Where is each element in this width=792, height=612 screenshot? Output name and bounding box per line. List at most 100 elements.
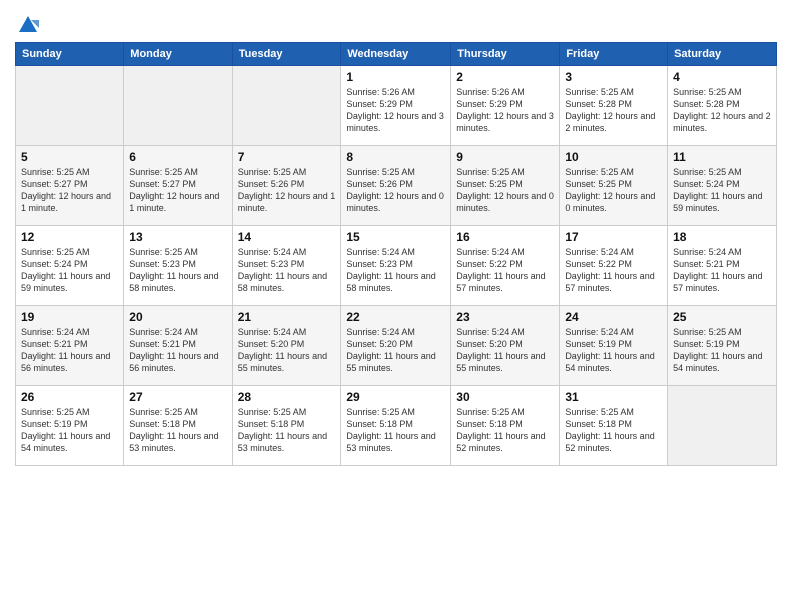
weekday-header-wednesday: Wednesday <box>341 43 451 66</box>
calendar-cell: 14 Sunrise: 5:24 AM Sunset: 5:23 PM Dayli… <box>232 226 341 306</box>
day-info: Sunrise: 5:25 AM Sunset: 5:26 PM Dayligh… <box>346 166 445 215</box>
day-info: Sunrise: 5:24 AM Sunset: 5:22 PM Dayligh… <box>565 246 662 295</box>
day-info: Sunrise: 5:24 AM Sunset: 5:19 PM Dayligh… <box>565 326 662 375</box>
day-number: 4 <box>673 70 771 84</box>
week-row-2: 5 Sunrise: 5:25 AM Sunset: 5:27 PM Daylig… <box>16 146 777 226</box>
day-number: 7 <box>238 150 336 164</box>
day-info: Sunrise: 5:25 AM Sunset: 5:24 PM Dayligh… <box>673 166 771 215</box>
weekday-header-row: SundayMondayTuesdayWednesdayThursdayFrid… <box>16 43 777 66</box>
weekday-header-monday: Monday <box>124 43 232 66</box>
day-info: Sunrise: 5:24 AM Sunset: 5:23 PM Dayligh… <box>238 246 336 295</box>
day-number: 15 <box>346 230 445 244</box>
day-info: Sunrise: 5:24 AM Sunset: 5:21 PM Dayligh… <box>129 326 226 375</box>
day-number: 17 <box>565 230 662 244</box>
day-info: Sunrise: 5:25 AM Sunset: 5:25 PM Dayligh… <box>565 166 662 215</box>
day-number: 2 <box>456 70 554 84</box>
day-info: Sunrise: 5:25 AM Sunset: 5:18 PM Dayligh… <box>456 406 554 455</box>
week-row-4: 19 Sunrise: 5:24 AM Sunset: 5:21 PM Dayli… <box>16 306 777 386</box>
calendar-cell <box>232 66 341 146</box>
day-number: 26 <box>21 390 118 404</box>
calendar-cell: 16 Sunrise: 5:24 AM Sunset: 5:22 PM Dayli… <box>451 226 560 306</box>
weekday-header-friday: Friday <box>560 43 668 66</box>
day-info: Sunrise: 5:25 AM Sunset: 5:26 PM Dayligh… <box>238 166 336 215</box>
calendar-cell: 15 Sunrise: 5:24 AM Sunset: 5:23 PM Dayli… <box>341 226 451 306</box>
day-number: 28 <box>238 390 336 404</box>
day-info: Sunrise: 5:25 AM Sunset: 5:23 PM Dayligh… <box>129 246 226 295</box>
calendar-cell: 30 Sunrise: 5:25 AM Sunset: 5:18 PM Dayli… <box>451 386 560 466</box>
weekday-header-saturday: Saturday <box>668 43 777 66</box>
day-number: 14 <box>238 230 336 244</box>
day-info: Sunrise: 5:24 AM Sunset: 5:21 PM Dayligh… <box>21 326 118 375</box>
calendar-cell: 19 Sunrise: 5:24 AM Sunset: 5:21 PM Dayli… <box>16 306 124 386</box>
weekday-header-thursday: Thursday <box>451 43 560 66</box>
day-info: Sunrise: 5:24 AM Sunset: 5:23 PM Dayligh… <box>346 246 445 295</box>
day-number: 21 <box>238 310 336 324</box>
day-number: 1 <box>346 70 445 84</box>
day-number: 13 <box>129 230 226 244</box>
calendar-cell: 26 Sunrise: 5:25 AM Sunset: 5:19 PM Dayli… <box>16 386 124 466</box>
calendar-cell: 8 Sunrise: 5:25 AM Sunset: 5:26 PM Daylig… <box>341 146 451 226</box>
day-number: 10 <box>565 150 662 164</box>
day-info: Sunrise: 5:25 AM Sunset: 5:27 PM Dayligh… <box>129 166 226 215</box>
day-info: Sunrise: 5:24 AM Sunset: 5:21 PM Dayligh… <box>673 246 771 295</box>
day-info: Sunrise: 5:25 AM Sunset: 5:18 PM Dayligh… <box>238 406 336 455</box>
weekday-header-tuesday: Tuesday <box>232 43 341 66</box>
calendar-cell: 9 Sunrise: 5:25 AM Sunset: 5:25 PM Daylig… <box>451 146 560 226</box>
header <box>15 10 777 34</box>
day-number: 23 <box>456 310 554 324</box>
day-number: 8 <box>346 150 445 164</box>
day-number: 9 <box>456 150 554 164</box>
day-number: 25 <box>673 310 771 324</box>
day-number: 16 <box>456 230 554 244</box>
calendar-cell <box>124 66 232 146</box>
calendar-cell <box>668 386 777 466</box>
day-number: 19 <box>21 310 118 324</box>
day-info: Sunrise: 5:24 AM Sunset: 5:22 PM Dayligh… <box>456 246 554 295</box>
calendar-cell: 12Sunrise: 5:25 AM Sunset: 5:24 PM Dayli… <box>16 226 124 306</box>
week-row-3: 12Sunrise: 5:25 AM Sunset: 5:24 PM Dayli… <box>16 226 777 306</box>
day-info: Sunrise: 5:25 AM Sunset: 5:24 PM Dayligh… <box>21 246 118 295</box>
page: SundayMondayTuesdayWednesdayThursdayFrid… <box>0 0 792 612</box>
calendar-cell: 7 Sunrise: 5:25 AM Sunset: 5:26 PM Daylig… <box>232 146 341 226</box>
day-info: Sunrise: 5:26 AM Sunset: 5:29 PM Dayligh… <box>346 86 445 135</box>
day-info: Sunrise: 5:26 AM Sunset: 5:29 PM Dayligh… <box>456 86 554 135</box>
calendar-cell: 31Sunrise: 5:25 AM Sunset: 5:18 PM Dayli… <box>560 386 668 466</box>
day-number: 5 <box>21 150 118 164</box>
logo-icon <box>17 14 39 36</box>
calendar-cell: 25 Sunrise: 5:25 AM Sunset: 5:19 PM Dayli… <box>668 306 777 386</box>
day-number: 29 <box>346 390 445 404</box>
week-row-5: 26 Sunrise: 5:25 AM Sunset: 5:19 PM Dayli… <box>16 386 777 466</box>
day-number: 3 <box>565 70 662 84</box>
day-info: Sunrise: 5:24 AM Sunset: 5:20 PM Dayligh… <box>456 326 554 375</box>
day-info: Sunrise: 5:24 AM Sunset: 5:20 PM Dayligh… <box>238 326 336 375</box>
calendar-cell: 5 Sunrise: 5:25 AM Sunset: 5:27 PM Daylig… <box>16 146 124 226</box>
day-info: Sunrise: 5:25 AM Sunset: 5:28 PM Dayligh… <box>565 86 662 135</box>
week-row-1: 1 Sunrise: 5:26 AM Sunset: 5:29 PM Daylig… <box>16 66 777 146</box>
calendar-cell: 2 Sunrise: 5:26 AM Sunset: 5:29 PM Daylig… <box>451 66 560 146</box>
calendar-cell: 13 Sunrise: 5:25 AM Sunset: 5:23 PM Dayli… <box>124 226 232 306</box>
calendar-cell: 20Sunrise: 5:24 AM Sunset: 5:21 PM Dayli… <box>124 306 232 386</box>
day-info: Sunrise: 5:25 AM Sunset: 5:19 PM Dayligh… <box>673 326 771 375</box>
day-info: Sunrise: 5:24 AM Sunset: 5:20 PM Dayligh… <box>346 326 445 375</box>
calendar-cell: 22 Sunrise: 5:24 AM Sunset: 5:20 PM Dayli… <box>341 306 451 386</box>
calendar-cell: 17 Sunrise: 5:24 AM Sunset: 5:22 PM Dayli… <box>560 226 668 306</box>
day-info: Sunrise: 5:25 AM Sunset: 5:18 PM Dayligh… <box>346 406 445 455</box>
day-info: Sunrise: 5:25 AM Sunset: 5:19 PM Dayligh… <box>21 406 118 455</box>
calendar-cell: 3 Sunrise: 5:25 AM Sunset: 5:28 PM Daylig… <box>560 66 668 146</box>
day-info: Sunrise: 5:25 AM Sunset: 5:27 PM Dayligh… <box>21 166 118 215</box>
calendar-cell: 21 Sunrise: 5:24 AM Sunset: 5:20 PM Dayli… <box>232 306 341 386</box>
calendar-cell <box>16 66 124 146</box>
calendar-cell: 4 Sunrise: 5:25 AM Sunset: 5:28 PM Daylig… <box>668 66 777 146</box>
calendar-cell: 27Sunrise: 5:25 AM Sunset: 5:18 PM Dayli… <box>124 386 232 466</box>
day-number: 22 <box>346 310 445 324</box>
day-number: 30 <box>456 390 554 404</box>
calendar-table: SundayMondayTuesdayWednesdayThursdayFrid… <box>15 42 777 466</box>
day-info: Sunrise: 5:25 AM Sunset: 5:25 PM Dayligh… <box>456 166 554 215</box>
calendar-cell: 11 Sunrise: 5:25 AM Sunset: 5:24 PM Dayli… <box>668 146 777 226</box>
day-number: 24 <box>565 310 662 324</box>
day-number: 18 <box>673 230 771 244</box>
calendar-cell: 1 Sunrise: 5:26 AM Sunset: 5:29 PM Daylig… <box>341 66 451 146</box>
day-number: 27 <box>129 390 226 404</box>
day-info: Sunrise: 5:25 AM Sunset: 5:28 PM Dayligh… <box>673 86 771 135</box>
day-number: 11 <box>673 150 771 164</box>
